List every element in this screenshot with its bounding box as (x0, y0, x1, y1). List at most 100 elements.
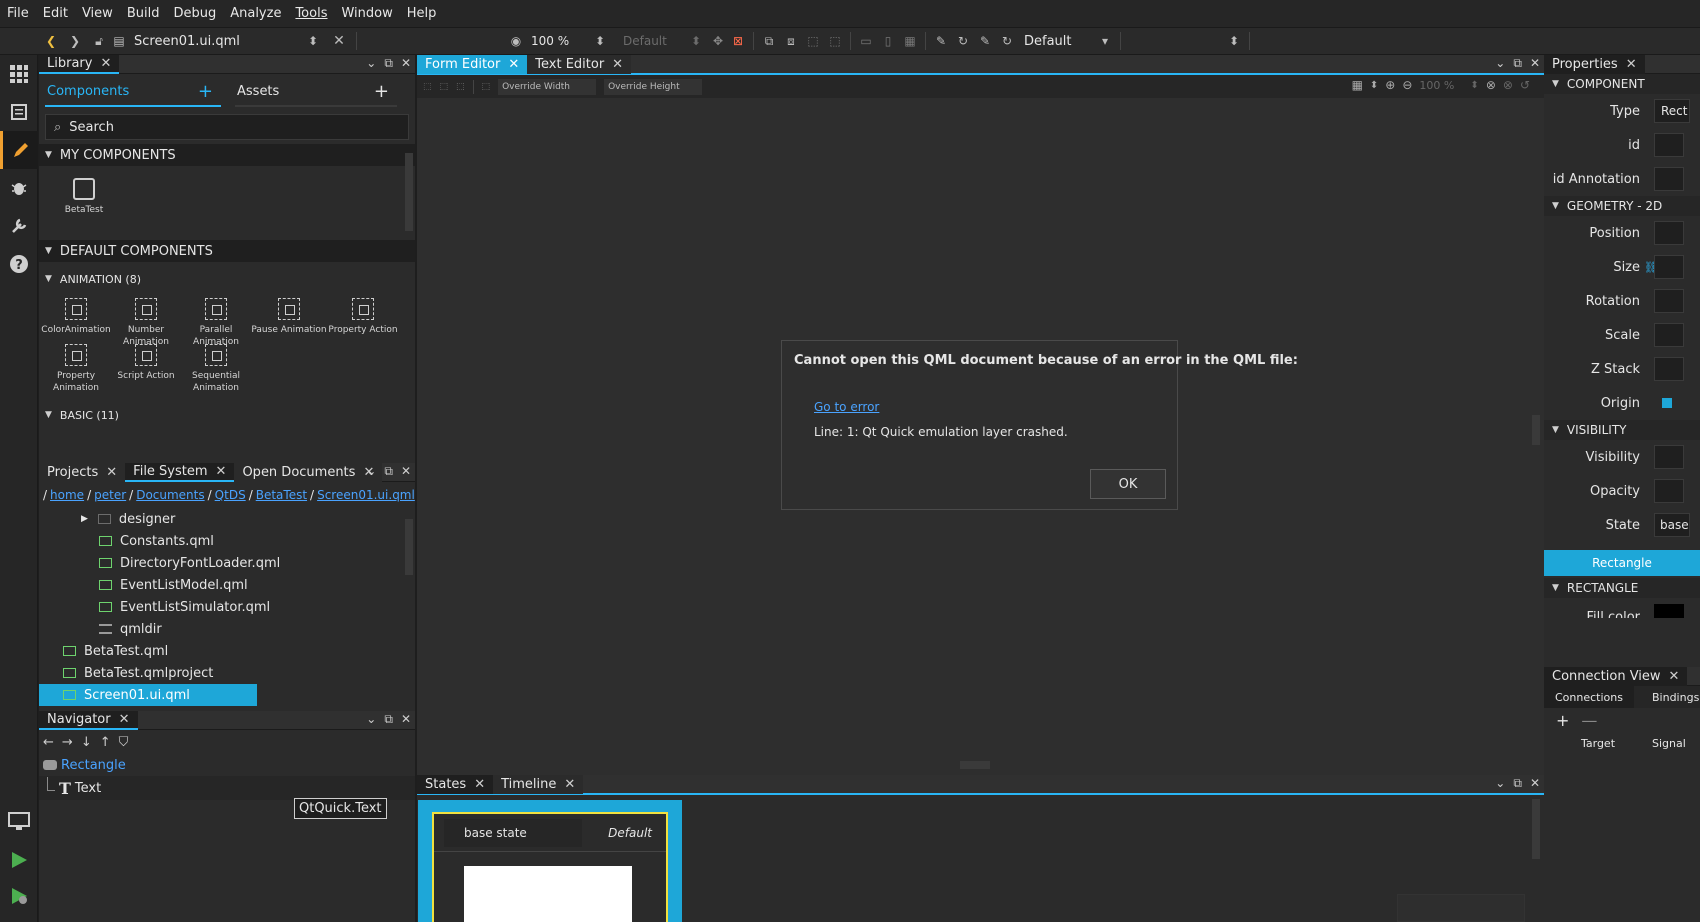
chevron-down-icon[interactable]: ⌄ (1495, 56, 1505, 71)
file-row-betatest-qmlproject[interactable]: BetaTest.qmlproject (39, 662, 415, 684)
fill-color-swatch[interactable] (1654, 604, 1684, 618)
crumb-home[interactable]: home (50, 488, 84, 502)
id-annotation-field[interactable] (1654, 167, 1684, 191)
editor-horizontal-scrollbar[interactable] (960, 761, 990, 769)
close-icon[interactable]: ✕ (1530, 776, 1540, 791)
search-input[interactable]: ⌕ Search (45, 114, 409, 140)
tab-connections[interactable]: Connections (1544, 686, 1634, 708)
close-icon[interactable]: ✕ (508, 58, 519, 71)
menu-analyze[interactable]: Analyze (223, 0, 288, 28)
menu-build[interactable]: Build (120, 0, 167, 28)
file-row-screen01-selected[interactable]: Screen01.ui.qml (39, 684, 257, 706)
crumb-peter[interactable]: peter (94, 488, 126, 502)
arrow-right-icon[interactable]: → (62, 735, 73, 750)
my-components-section[interactable]: ▼ MY COMPONENTS (39, 144, 415, 166)
basic-section[interactable]: ▼ BASIC (11) (39, 408, 415, 422)
editor-zoom-field[interactable]: 100 % (1419, 79, 1463, 92)
float-icon[interactable]: ⧉ (1513, 776, 1522, 791)
editor-vertical-scrollbar[interactable] (1532, 415, 1540, 445)
file-row-qmldir[interactable]: qmldir (39, 618, 415, 640)
lock-icon[interactable]: 🔓︎ (90, 32, 108, 50)
close-icon[interactable]: ✕ (216, 465, 227, 478)
snap-icon[interactable]: ⬚ (482, 82, 491, 92)
resize-tool-icon[interactable]: ⬚ (456, 82, 465, 92)
expand-arrow-icon[interactable]: ▶ (81, 514, 88, 524)
component-script-action[interactable]: Script Action (111, 344, 181, 382)
position-field[interactable] (1654, 221, 1684, 245)
document-selector[interactable]: Screen01.ui.qml (134, 34, 304, 49)
float-icon[interactable]: ⧉ (384, 712, 393, 727)
id-field[interactable] (1654, 133, 1684, 157)
tab-open-documents[interactable]: Open Documents ✕ (234, 462, 383, 482)
zoom-dropdown-icon[interactable]: ⬍ (1470, 80, 1478, 91)
tab-components[interactable]: Components + (45, 77, 221, 107)
float-icon[interactable]: ⧉ (384, 56, 393, 71)
zoom-selector[interactable]: 100 % (531, 34, 591, 48)
debug-mode-icon[interactable] (0, 169, 38, 207)
chevron-down-icon[interactable]: ⌄ (1495, 776, 1505, 791)
group-icon[interactable]: ⧈ (782, 32, 800, 50)
override-height-field[interactable]: Override Height (604, 78, 703, 95)
ok-button[interactable]: OK (1090, 469, 1166, 499)
base-state-card[interactable]: base state Default (418, 800, 682, 922)
tab-assets[interactable]: Assets + (235, 77, 397, 107)
component-betatest[interactable]: BetaTest (49, 178, 119, 216)
close-icon[interactable]: ✕ (401, 464, 411, 479)
close-document-icon[interactable]: ✕ (330, 32, 348, 50)
float-icon[interactable]: ⧉ (384, 464, 393, 479)
tab-states[interactable]: States ✕ (417, 774, 494, 794)
library-scrollbar[interactable] (405, 153, 413, 231)
theme-selector[interactable]: Default (1024, 34, 1096, 49)
component-section[interactable]: ▼ COMPONENT (1544, 74, 1700, 94)
crumb-qtds[interactable]: QtDS (215, 488, 246, 502)
type-field[interactable]: Rect (1654, 99, 1690, 123)
back-arrow-icon[interactable]: ❮ (42, 32, 60, 50)
file-row-directoryfontloader[interactable]: DirectoryFontLoader.qml (39, 552, 415, 574)
component-pause-animation[interactable]: Pause Animation (251, 298, 327, 336)
background-dropdown-icon[interactable]: ⬍ (1370, 80, 1378, 91)
size-field[interactable] (1654, 255, 1684, 279)
theme-dropdown-icon[interactable]: ▾ (1096, 32, 1114, 50)
state-name-field[interactable]: base state (444, 818, 582, 847)
component-parallel-animation[interactable]: Parallel Animation (181, 298, 251, 348)
style-selector[interactable]: Default (623, 34, 687, 48)
default-components-section[interactable]: ▼ DEFAULT COMPONENTS (39, 240, 415, 262)
zoom-selection-icon[interactable]: ⊗ (1503, 78, 1513, 92)
component-property-animation[interactable]: Property Animation (41, 344, 111, 394)
arrow-up-icon[interactable]: ↑ (100, 735, 111, 750)
tab-text-editor[interactable]: Text Editor ✕ (527, 54, 632, 74)
file-row-designer[interactable]: ▶ designer (39, 508, 415, 530)
crumb-betatest[interactable]: BetaTest (256, 488, 307, 502)
rectangle-section[interactable]: ▼ RECTANGLE (1544, 578, 1700, 598)
component-color-animation[interactable]: ColorAnimation (41, 298, 111, 336)
edit-mode-icon[interactable] (0, 93, 38, 131)
override-width-field[interactable]: Override Width (498, 78, 597, 95)
tab-properties[interactable]: Properties ✕ (1544, 55, 1645, 74)
close-icon[interactable]: ✕ (474, 778, 485, 791)
close-icon[interactable]: ✕ (1530, 56, 1540, 71)
tab-form-editor[interactable]: Form Editor ✕ (417, 54, 528, 74)
close-icon[interactable]: ✕ (119, 713, 130, 726)
menu-help[interactable]: Help (400, 0, 444, 28)
arrow-down-icon[interactable]: ↓ (81, 735, 92, 750)
grid-layout-icon[interactable]: ▦ (901, 32, 919, 50)
zoom-in-icon[interactable]: ⊕ (1385, 78, 1395, 92)
reset-icon[interactable]: ⊠ (729, 32, 747, 50)
chevron-down-icon[interactable]: ⌄ (366, 56, 376, 71)
rectangle-type-bar[interactable]: Rectangle (1544, 550, 1700, 576)
link-icon[interactable]: ⛓ (1644, 261, 1658, 274)
opacity-field[interactable] (1654, 479, 1684, 503)
document-dropdown-icon[interactable]: ⬍ (304, 32, 322, 50)
navigator-root-rectangle[interactable]: Rectangle (39, 754, 415, 776)
style-dropdown-icon[interactable]: ⬍ (687, 32, 705, 50)
edit-alt-icon[interactable]: ✎ (976, 32, 994, 50)
state-field[interactable]: base (1654, 513, 1690, 537)
menu-edit[interactable]: Edit (36, 0, 75, 28)
file-row-betatest-qml[interactable]: BetaTest.qml (39, 640, 415, 662)
target-device-icon[interactable] (0, 803, 38, 841)
play-icon[interactable]: ◉ (507, 32, 525, 50)
reset-view-icon[interactable]: ↺ (1520, 78, 1530, 92)
close-icon[interactable]: ✕ (564, 778, 575, 791)
menu-view[interactable]: View (75, 0, 120, 28)
welcome-mode-icon[interactable] (0, 55, 38, 93)
